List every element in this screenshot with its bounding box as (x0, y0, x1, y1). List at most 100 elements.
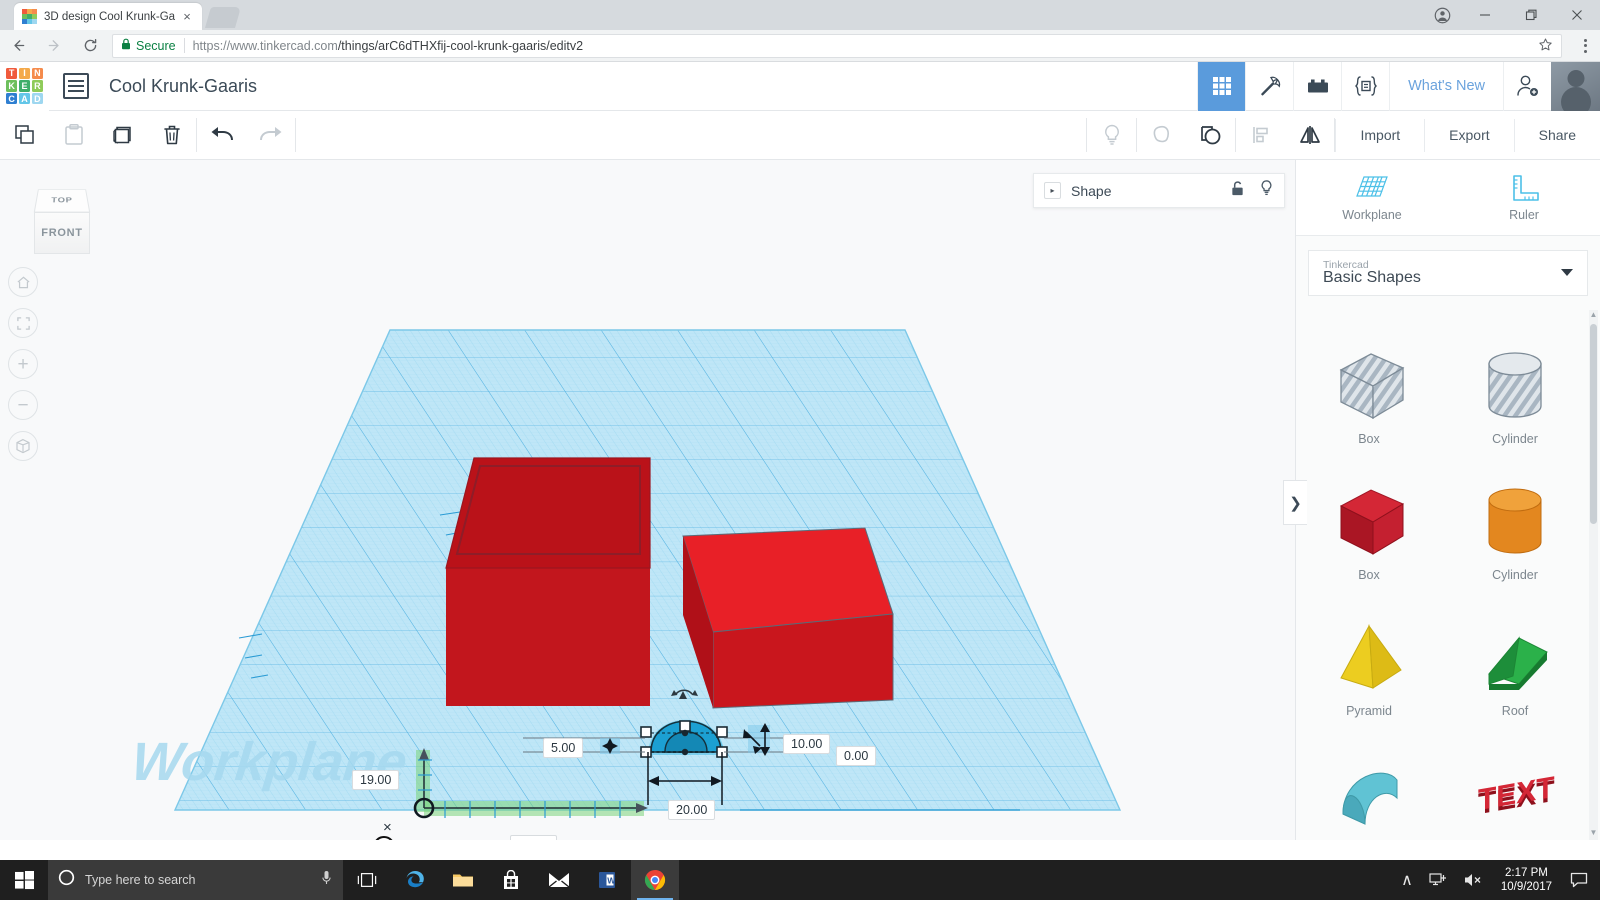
ruler-icon (1513, 175, 1539, 201)
scrollbar-thumb[interactable] (1590, 324, 1597, 524)
import-button[interactable]: Import (1335, 118, 1424, 152)
project-list-icon[interactable] (63, 73, 89, 99)
delete-button[interactable] (147, 111, 196, 160)
shape-label: Box (1358, 432, 1380, 446)
taskbar-clock[interactable]: 2:17 PM 10/9/2017 (1491, 866, 1562, 894)
dimension-height-10[interactable]: 10.00 (783, 734, 831, 754)
share-button[interactable]: Share (1513, 118, 1600, 152)
fit-to-view-button[interactable] (8, 308, 38, 338)
view-cube-front-face[interactable]: FRONT (34, 212, 90, 254)
browser-tab[interactable]: 3D design Cool Krunk-Ga × (14, 3, 202, 30)
volume-muted-icon[interactable] (1455, 872, 1491, 888)
codeblocks-icon[interactable] (1341, 61, 1389, 111)
address-bar[interactable]: Secure https://www.tinkercad.com/things/… (112, 33, 1562, 58)
add-user-icon[interactable] (1503, 61, 1551, 111)
shape-pyramid[interactable]: Pyramid (1296, 588, 1442, 724)
chrome-button[interactable] (631, 860, 679, 900)
dimension-width-5[interactable]: 5.00 (543, 738, 584, 758)
copy-button[interactable] (0, 111, 49, 160)
export-button[interactable]: Export (1424, 118, 1513, 152)
microphone-icon[interactable] (320, 870, 333, 891)
chevron-right-icon[interactable]: ▸ (1044, 182, 1061, 199)
align-button[interactable] (1236, 111, 1285, 160)
shape-round-roof[interactable]: Round Roof (1296, 724, 1442, 840)
dimension-y-19[interactable]: 19.00 (352, 770, 400, 790)
url-domain: https://www.tinkercad.com (192, 38, 338, 53)
tab-close-icon[interactable]: × (180, 10, 194, 24)
ruler-tool[interactable]: Ruler (1448, 160, 1600, 235)
undo-button[interactable] (197, 111, 246, 160)
shape-roof[interactable]: Roof (1442, 588, 1588, 724)
lightbulb-hint-button[interactable] (1087, 111, 1136, 160)
shape-cylinder-hole[interactable]: Cylinder (1442, 316, 1588, 452)
shape-inspector-panel[interactable]: ▸ Shape (1033, 173, 1285, 208)
window-controls (1422, 0, 1600, 30)
whats-new-link[interactable]: What's New (1389, 61, 1503, 111)
bookmark-star-icon[interactable] (1538, 37, 1553, 55)
redo-button[interactable] (246, 111, 295, 160)
paste-button[interactable] (49, 111, 98, 160)
workplane-icon (1356, 176, 1388, 197)
page-title[interactable]: Cool Krunk-Gaaris (109, 76, 257, 97)
shape-cylinder[interactable]: Cylinder (1442, 452, 1588, 588)
home-view-button[interactable] (8, 267, 38, 297)
zoom-out-button[interactable]: − (8, 390, 38, 420)
minimize-button[interactable] (1462, 0, 1508, 30)
forward-button[interactable] (36, 30, 72, 62)
taskview-button[interactable] (343, 860, 391, 900)
dimension-ruler-57[interactable]: 57.00 (510, 835, 558, 840)
network-icon[interactable] (1421, 872, 1455, 888)
blocks-grid-icon[interactable] (1197, 61, 1246, 111)
unlock-icon[interactable] (1230, 180, 1245, 202)
search-input[interactable]: Type here to search (48, 860, 343, 900)
reload-button[interactable] (72, 30, 108, 62)
sidebar-collapse-button[interactable]: ❯ (1283, 480, 1307, 525)
back-button[interactable] (0, 30, 36, 62)
shape-library-dropdown[interactable]: Tinkercad Basic Shapes (1308, 250, 1588, 296)
group-button[interactable] (1186, 111, 1235, 160)
shape-text[interactable]: TEXT TEXT Text (1442, 724, 1588, 840)
action-center-icon[interactable] (1562, 872, 1596, 888)
shape-blob-button[interactable] (1137, 111, 1186, 160)
close-window-button[interactable] (1554, 0, 1600, 30)
edge-button[interactable] (391, 860, 439, 900)
file-explorer-button[interactable] (439, 860, 487, 900)
new-tab-button[interactable] (204, 7, 242, 28)
chrome-profile-icon[interactable] (1422, 0, 1462, 30)
mail-button[interactable] (535, 860, 583, 900)
shape-box[interactable]: Box (1296, 452, 1442, 588)
minecraft-pickaxe-icon[interactable] (1245, 61, 1293, 111)
duplicate-button[interactable] (98, 111, 147, 160)
sidebar-tools: Workplane Ruler (1296, 160, 1600, 236)
sidebar-scrollbar[interactable]: ▲ ▼ (1589, 310, 1598, 840)
secure-label: Secure (136, 38, 176, 53)
microsoft-store-button[interactable] (487, 860, 535, 900)
zoom-in-button[interactable]: + (8, 349, 38, 379)
chevron-up-icon[interactable]: ∧ (1393, 870, 1421, 890)
mirror-button[interactable] (1285, 111, 1334, 160)
lego-brick-icon[interactable] (1293, 61, 1341, 111)
logo-tile-d: D (31, 93, 43, 105)
start-button[interactable] (0, 860, 48, 900)
shape-box-hole[interactable]: Box (1296, 316, 1442, 452)
ruler-tool-label: Ruler (1509, 208, 1539, 222)
dimension-z-0[interactable]: 0.00 (836, 746, 877, 766)
dimension-length-20[interactable]: 20.00 (668, 800, 716, 820)
lightbulb-icon[interactable] (1259, 179, 1274, 202)
avatar[interactable] (1551, 61, 1600, 111)
logo-tile-r: R (31, 80, 43, 92)
view-cube[interactable]: TOP FRONT (22, 185, 102, 257)
scroll-down-arrow[interactable]: ▼ (1589, 828, 1598, 840)
perspective-toggle-button[interactable] (8, 431, 38, 461)
word-button[interactable]: W (583, 860, 631, 900)
shapes-grid: Box Cylinder Box Cylinder Pyramid Roof T… (1296, 310, 1588, 840)
ruler-close-icon[interactable]: × (383, 819, 392, 836)
browser-toolbar: Secure https://www.tinkercad.com/things/… (0, 30, 1600, 62)
maximize-button[interactable] (1508, 0, 1554, 30)
chrome-menu-button[interactable] (1570, 30, 1600, 62)
scroll-up-arrow[interactable]: ▲ (1589, 310, 1598, 322)
design-canvas[interactable]: Workplane × 5.00 10.00 0.00 19.00 20.00 … (0, 160, 1295, 840)
view-cube-top-face[interactable]: TOP (33, 189, 91, 213)
tinkercad-logo[interactable]: T I N K E R C A D (0, 61, 49, 111)
workplane-tool[interactable]: Workplane (1296, 160, 1448, 235)
